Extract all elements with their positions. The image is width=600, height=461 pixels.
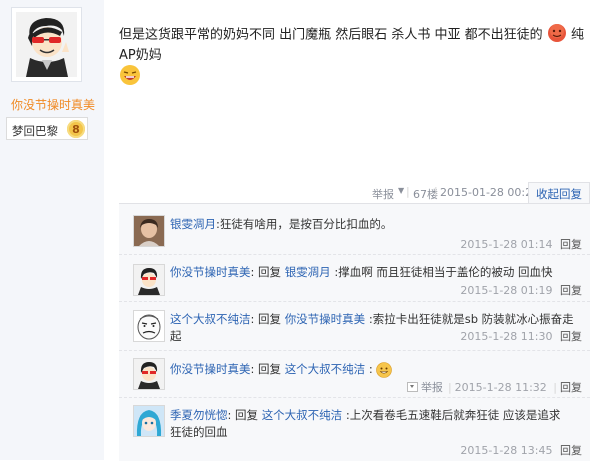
- report-link[interactable]: 举报: [421, 381, 443, 394]
- reply-avatar[interactable]: [133, 358, 165, 390]
- colon: :: [227, 408, 232, 422]
- author-sidebar: 你没节操时真美 梦回巴黎 8: [0, 0, 104, 460]
- reply-word: 回复: [258, 362, 282, 376]
- reply-button[interactable]: 回复: [560, 381, 582, 394]
- reply-word: 回复: [258, 265, 282, 279]
- reply-meta: 2015-1-28 11:30 回复: [460, 328, 582, 344]
- reply-avatar[interactable]: [133, 405, 165, 437]
- reply-meta: 2015-1-28 01:19 回复: [460, 282, 582, 298]
- reply-time: 2015-1-28 11:30: [460, 330, 553, 343]
- honor-title: 梦回巴黎: [12, 124, 58, 138]
- reply-word: 回复: [258, 312, 282, 326]
- reply-avatar[interactable]: [133, 310, 165, 342]
- reply-target[interactable]: 你没节操时真美: [285, 312, 366, 326]
- reply-content: 狂徒有啥用，是按百分比扣血的。: [219, 217, 393, 231]
- reply-meta: 2015-1-28 01:14 回复: [460, 236, 582, 252]
- divider: |: [553, 381, 557, 394]
- reply-time: 2015-1-28 01:19: [460, 284, 553, 297]
- report-link[interactable]: 举报: [372, 186, 394, 202]
- meme-face-avatar-icon: [134, 311, 164, 341]
- reply-button[interactable]: 回复: [560, 444, 582, 457]
- post-footer: 举报 ▼ | 67楼 | 2015-01-28 00:23 收起回复: [360, 182, 590, 204]
- red-smiley-icon: [547, 24, 566, 42]
- reply-username[interactable]: 季夏勿恍惚: [170, 408, 228, 422]
- reply-time: 2015-1-28 11:32: [454, 381, 547, 394]
- post-text-part1: 但是这货跟平常的奶妈不同 出门魔瓶 然后眼石 杀人书 中亚 都不出狂徒的: [119, 27, 543, 43]
- post-content: 但是这货跟平常的奶妈不同 出门魔瓶 然后眼石 杀人书 中亚 都不出狂徒的 纯AP…: [119, 24, 589, 88]
- reply-meta: 举报 | 2015-1-28 11:32 | 回复: [406, 379, 582, 395]
- colon: :: [250, 362, 255, 376]
- divider: |: [447, 381, 452, 394]
- honor-badge-box[interactable]: 梦回巴黎 8: [6, 117, 88, 140]
- photo-avatar-icon: [134, 216, 164, 246]
- reply-text: 银雯凋月:狂徒有啥用，是按百分比扣血的。: [170, 216, 580, 233]
- reply-avatar[interactable]: [133, 215, 165, 247]
- reply-username[interactable]: 这个大叔不纯洁: [170, 312, 251, 326]
- level-badge: 8: [67, 120, 85, 138]
- list-item: 银雯凋月:狂徒有啥用，是按百分比扣血的。 2015-1-28 01:14 回复: [119, 204, 590, 255]
- reply-target[interactable]: 银雯凋月: [285, 265, 331, 279]
- collapse-replies-button[interactable]: 收起回复: [528, 182, 590, 204]
- reply-text: 你没节操时真美: 回复 银雯凋月 :撑血啊 而且狂徒相当于盖伦的被动 回血快: [170, 264, 580, 281]
- reply-content: :: [368, 362, 373, 376]
- list-item: 你没节操时真美: 回复 银雯凋月 :撑血啊 而且狂徒相当于盖伦的被动 回血快 2…: [119, 255, 590, 302]
- reply-button[interactable]: 回复: [560, 238, 582, 251]
- reply-target[interactable]: 这个大叔不纯洁: [285, 362, 366, 376]
- divider: |: [434, 185, 438, 198]
- list-item: 季夏勿恍惚: 回复 这个大叔不纯洁 :上次看卷毛五速鞋后就奔狂徒 应该是追求狂徒…: [119, 398, 590, 460]
- reply-button[interactable]: 回复: [560, 284, 582, 297]
- cartoon-avatar-icon: [134, 265, 164, 295]
- reply-username[interactable]: 你没节操时真美: [170, 265, 251, 279]
- colon: :: [250, 265, 255, 279]
- reply-username[interactable]: 你没节操时真美: [170, 362, 251, 376]
- cartoon-avatar-icon: [134, 359, 164, 389]
- colon: :: [250, 312, 255, 326]
- reply-meta: 2015-1-28 13:45 回复: [460, 442, 582, 458]
- reply-avatar[interactable]: [133, 264, 165, 296]
- post-time: 2015-01-28 00:23: [440, 186, 540, 199]
- reply-word: 回复: [235, 408, 259, 422]
- author-avatar[interactable]: [11, 7, 82, 82]
- list-item: 这个大叔不纯洁: 回复 你没节操时真美 :索拉卡出狂徒就是sb 防装就冰心振奋走…: [119, 302, 590, 351]
- cartoon-avatar-icon: [16, 12, 77, 77]
- reply-button[interactable]: 回复: [560, 330, 582, 343]
- reply-time: 2015-1-28 01:14: [460, 238, 553, 251]
- list-item: 你没节操时真美: 回复 这个大叔不纯洁 : 举报 | 2015-1-28 11:32…: [119, 351, 590, 398]
- chevron-down-icon[interactable]: ▼: [398, 186, 404, 195]
- dropdown-icon[interactable]: [406, 382, 418, 392]
- reply-content: :撑血啊 而且狂徒相当于盖伦的被动 回血快: [334, 265, 553, 279]
- divider: |: [406, 185, 410, 198]
- reply-text: 季夏勿恍惚: 回复 这个大叔不纯洁 :上次看卷毛五速鞋后就奔狂徒 应该是追求狂徒…: [170, 407, 570, 441]
- reply-username[interactable]: 银雯凋月: [170, 217, 216, 231]
- author-username[interactable]: 你没节操时真美: [11, 96, 95, 113]
- yellow-laughing-icon: [120, 64, 140, 85]
- reply-target[interactable]: 这个大叔不纯洁: [262, 408, 343, 422]
- anime-avatar-icon: [134, 406, 164, 436]
- reply-time: 2015-1-28 13:45: [460, 444, 553, 457]
- reply-list: 银雯凋月:狂徒有啥用，是按百分比扣血的。 2015-1-28 01:14 回复 …: [119, 203, 590, 461]
- reply-text: 你没节操时真美: 回复 这个大叔不纯洁 :: [170, 361, 580, 378]
- grin-emoji-icon: [376, 361, 393, 378]
